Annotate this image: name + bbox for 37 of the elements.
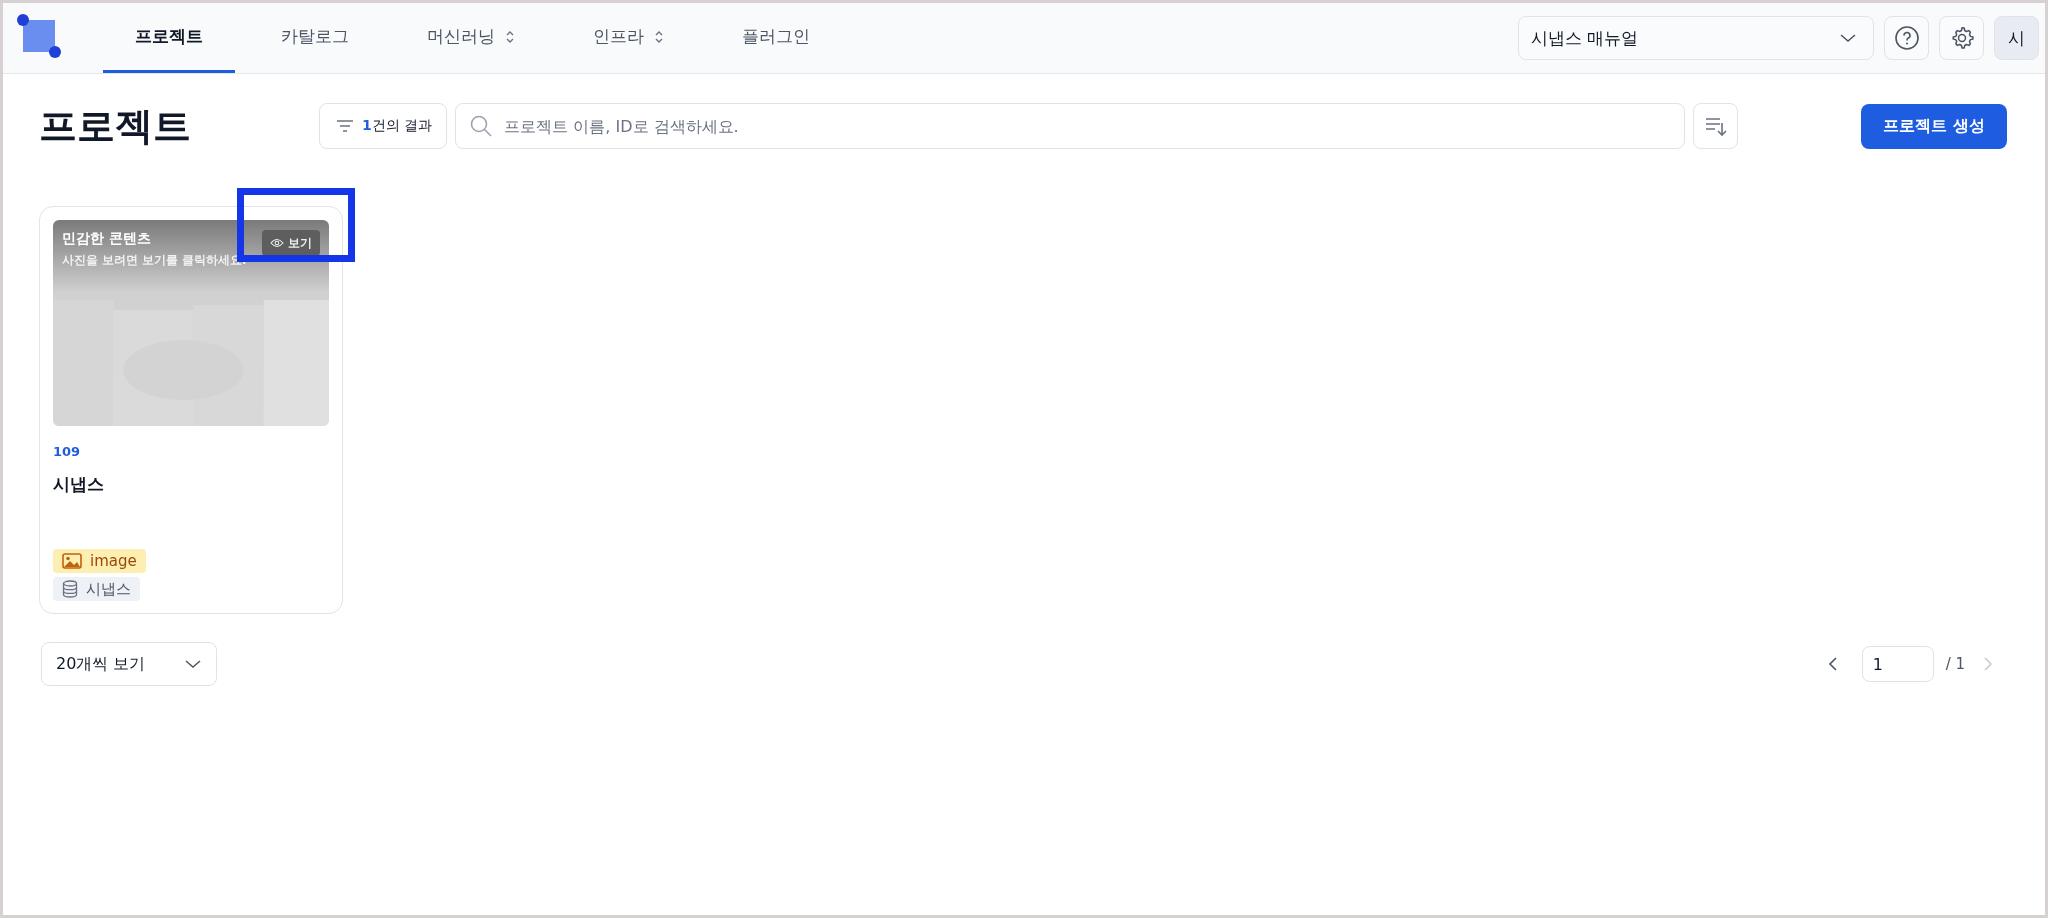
create-project-button[interactable]: 프로젝트 생성 [1861,103,2007,149]
settings-button[interactable] [1939,16,1984,60]
sensitive-content-message: 사진을 보려면 보기를 클릭하세요. [62,253,247,268]
project-id: 109 [53,444,82,459]
expand-icon [654,29,664,44]
project-card[interactable]: 민감한 콘텐츠 사진을 보려면 보기를 클릭하세요. 보기 109 시냅스 image 시냅스 [39,206,343,614]
chevron-left-icon [1827,656,1838,672]
help-icon [1893,25,1920,51]
database-icon [62,580,78,598]
sort-icon [1703,115,1728,137]
data-type-tag: image [53,549,146,573]
image-icon [62,553,82,569]
page-size-dropdown[interactable]: 20개씩 보기 [41,642,217,686]
eye-icon [270,238,284,248]
nav-tab[interactable]: 인프라 [561,3,696,73]
nav-tab[interactable]: 카탈로그 [249,3,381,73]
page-number-field[interactable]: 1 [1861,646,1934,682]
page-title: 프로젝트 [39,102,192,150]
chevron-down-icon [1839,33,1857,43]
chevron-right-icon [1983,656,1993,672]
page-total: / 1 [1945,655,1965,673]
expand-icon [505,29,515,44]
filter-button[interactable]: 1건의 결과 [319,103,448,149]
chevron-down-icon [184,659,202,669]
nav-tab[interactable]: 프로젝트 [103,3,235,73]
workspace-dropdown[interactable]: 시냅스 매뉴얼 [1518,16,1874,60]
sensitive-content-title: 민감한 콘텐츠 [62,230,152,248]
user-avatar[interactable]: 시 [1994,16,2039,60]
nav-tab[interactable]: 머신러닝 [395,3,547,73]
search-field[interactable]: 프로젝트 이름, ID로 검색하세요. [455,103,1686,149]
help-button[interactable] [1884,16,1929,60]
filter-icon [336,119,354,133]
nav-tab[interactable]: 플러그인 [710,3,842,73]
dataset-tag: 시냅스 [53,577,140,601]
sort-button[interactable] [1693,103,1739,149]
project-name: 시냅스 [53,473,105,496]
view-button[interactable]: 보기 [262,230,320,256]
